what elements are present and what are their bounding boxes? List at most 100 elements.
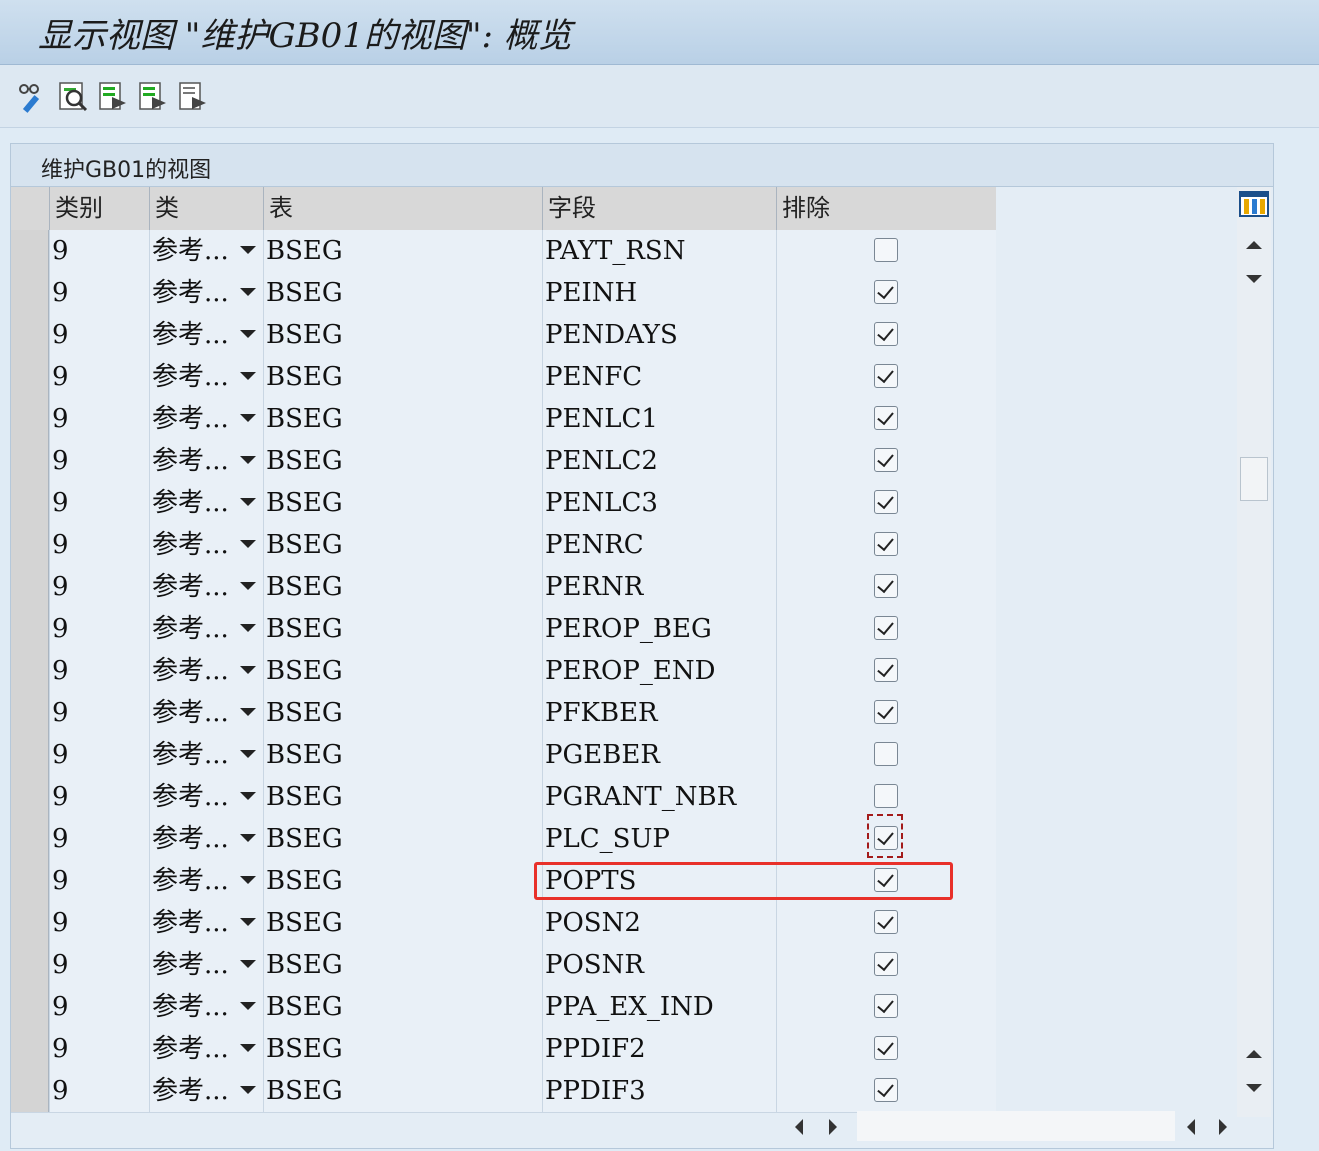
table-row[interactable]: 9 参考... BSEG PPDIF3	[11, 1070, 996, 1113]
class-cell[interactable]: 参考...	[149, 398, 263, 440]
field-cell[interactable]: POSN2	[542, 902, 776, 944]
dropdown-arrow-icon[interactable]	[240, 624, 256, 632]
scroll-up-button[interactable]	[1237, 263, 1271, 297]
row-selector[interactable]	[11, 482, 49, 524]
field-cell[interactable]: PENDAYS	[542, 314, 776, 356]
class-cell[interactable]: 参考...	[149, 482, 263, 524]
scroll-page-down-button[interactable]	[1237, 1072, 1271, 1106]
category-cell[interactable]: 9	[49, 356, 149, 398]
table-row[interactable]: 9 参考... BSEG POSNR	[11, 944, 996, 987]
column-header-field[interactable]: 字段	[542, 187, 776, 230]
field-cell[interactable]: PGRANT_NBR	[542, 776, 776, 818]
table-row[interactable]: 9 参考... BSEG PPDIF2	[11, 1028, 996, 1071]
table-cell[interactable]: BSEG	[263, 356, 542, 398]
class-cell[interactable]: 参考...	[149, 524, 263, 566]
column-settings-icon[interactable]	[1237, 187, 1271, 221]
category-cell[interactable]: 9	[49, 734, 149, 776]
class-cell[interactable]: 参考...	[149, 734, 263, 776]
dropdown-arrow-icon[interactable]	[240, 708, 256, 716]
dropdown-arrow-icon[interactable]	[240, 246, 256, 254]
class-cell[interactable]: 参考...	[149, 566, 263, 608]
dropdown-arrow-icon[interactable]	[240, 1002, 256, 1010]
row-selector[interactable]	[11, 356, 49, 398]
table-cell[interactable]: BSEG	[263, 860, 542, 902]
scroll-down-button[interactable]	[1237, 1038, 1271, 1072]
field-cell[interactable]: PFKBER	[542, 692, 776, 734]
category-cell[interactable]: 9	[49, 818, 149, 860]
category-cell[interactable]: 9	[49, 1028, 149, 1070]
category-cell[interactable]: 9	[49, 314, 149, 356]
category-cell[interactable]: 9	[49, 398, 149, 440]
table-row[interactable]: 9 参考... BSEG PERNR	[11, 566, 996, 609]
exclude-checkbox[interactable]	[874, 448, 898, 472]
table-row[interactable]: 9 参考... BSEG PENFC	[11, 356, 996, 399]
table-cell[interactable]: BSEG	[263, 692, 542, 734]
row-selector[interactable]	[11, 440, 49, 482]
dropdown-arrow-icon[interactable]	[240, 792, 256, 800]
row-selector[interactable]	[11, 1070, 49, 1112]
table-cell[interactable]: BSEG	[263, 230, 542, 272]
scroll-page-up-button[interactable]	[1237, 229, 1271, 263]
row-selector[interactable]	[11, 314, 49, 356]
row-selector[interactable]	[11, 398, 49, 440]
table-row[interactable]: 9 参考... BSEG PGEBER	[11, 734, 996, 777]
exclude-checkbox[interactable]	[874, 910, 898, 934]
category-cell[interactable]: 9	[49, 524, 149, 566]
exclude-checkbox[interactable]	[874, 952, 898, 976]
exclude-checkbox[interactable]	[874, 700, 898, 724]
scroll-left-end-button[interactable]	[1179, 1109, 1205, 1143]
field-cell[interactable]: PPDIF2	[542, 1028, 776, 1070]
table-cell[interactable]: BSEG	[263, 818, 542, 860]
table-cell[interactable]: BSEG	[263, 314, 542, 356]
row-selector[interactable]	[11, 650, 49, 692]
table-cell[interactable]: BSEG	[263, 524, 542, 566]
dropdown-arrow-icon[interactable]	[240, 456, 256, 464]
horizontal-scroll-track[interactable]	[857, 1111, 1175, 1141]
exclude-checkbox[interactable]	[874, 742, 898, 766]
export-icon[interactable]	[96, 79, 130, 113]
class-cell[interactable]: 参考...	[149, 440, 263, 482]
table-row[interactable]: 9 参考... BSEG POSN2	[11, 902, 996, 945]
dropdown-arrow-icon[interactable]	[240, 1044, 256, 1052]
dropdown-arrow-icon[interactable]	[240, 372, 256, 380]
row-selector[interactable]	[11, 986, 49, 1028]
table-cell[interactable]: BSEG	[263, 482, 542, 524]
category-cell[interactable]: 9	[49, 692, 149, 734]
table-row[interactable]: 9 参考... BSEG PEROP_END	[11, 650, 996, 693]
table-cell[interactable]: BSEG	[263, 776, 542, 818]
category-cell[interactable]: 9	[49, 860, 149, 902]
row-selector[interactable]	[11, 902, 49, 944]
table-row[interactable]: 9 参考... BSEG PENLC2	[11, 440, 996, 483]
vertical-scrollbar[interactable]	[1237, 187, 1271, 1117]
class-cell[interactable]: 参考...	[149, 860, 263, 902]
horizontal-scrollbar[interactable]	[779, 1109, 1249, 1143]
find-icon[interactable]	[56, 79, 90, 113]
category-cell[interactable]: 9	[49, 608, 149, 650]
field-cell[interactable]: PENFC	[542, 356, 776, 398]
table-row[interactable]: 9 参考... BSEG PENDAYS	[11, 314, 996, 357]
field-cell[interactable]: PGEBER	[542, 734, 776, 776]
table-row[interactable]: 9 参考... BSEG PLC_SUP	[11, 818, 996, 861]
export-next-icon[interactable]	[136, 79, 170, 113]
row-selector[interactable]	[11, 230, 49, 272]
field-cell[interactable]: PEROP_BEG	[542, 608, 776, 650]
exclude-checkbox[interactable]	[874, 532, 898, 556]
dropdown-arrow-icon[interactable]	[240, 498, 256, 506]
column-header-category[interactable]: 类别	[49, 187, 149, 230]
exclude-checkbox[interactable]	[874, 322, 898, 346]
class-cell[interactable]: 参考...	[149, 902, 263, 944]
display-change-icon[interactable]	[16, 79, 50, 113]
dropdown-arrow-icon[interactable]	[240, 1086, 256, 1094]
exclude-checkbox[interactable]	[874, 658, 898, 682]
class-cell[interactable]: 参考...	[149, 314, 263, 356]
class-cell[interactable]: 参考...	[149, 692, 263, 734]
class-cell[interactable]: 参考...	[149, 818, 263, 860]
select-all-header[interactable]	[11, 187, 49, 230]
table-row[interactable]: 9 参考... BSEG PFKBER	[11, 692, 996, 735]
category-cell[interactable]: 9	[49, 902, 149, 944]
table-cell[interactable]: BSEG	[263, 566, 542, 608]
dropdown-arrow-icon[interactable]	[240, 750, 256, 758]
column-header-table[interactable]: 表	[263, 187, 542, 230]
category-cell[interactable]: 9	[49, 650, 149, 692]
row-selector[interactable]	[11, 944, 49, 986]
